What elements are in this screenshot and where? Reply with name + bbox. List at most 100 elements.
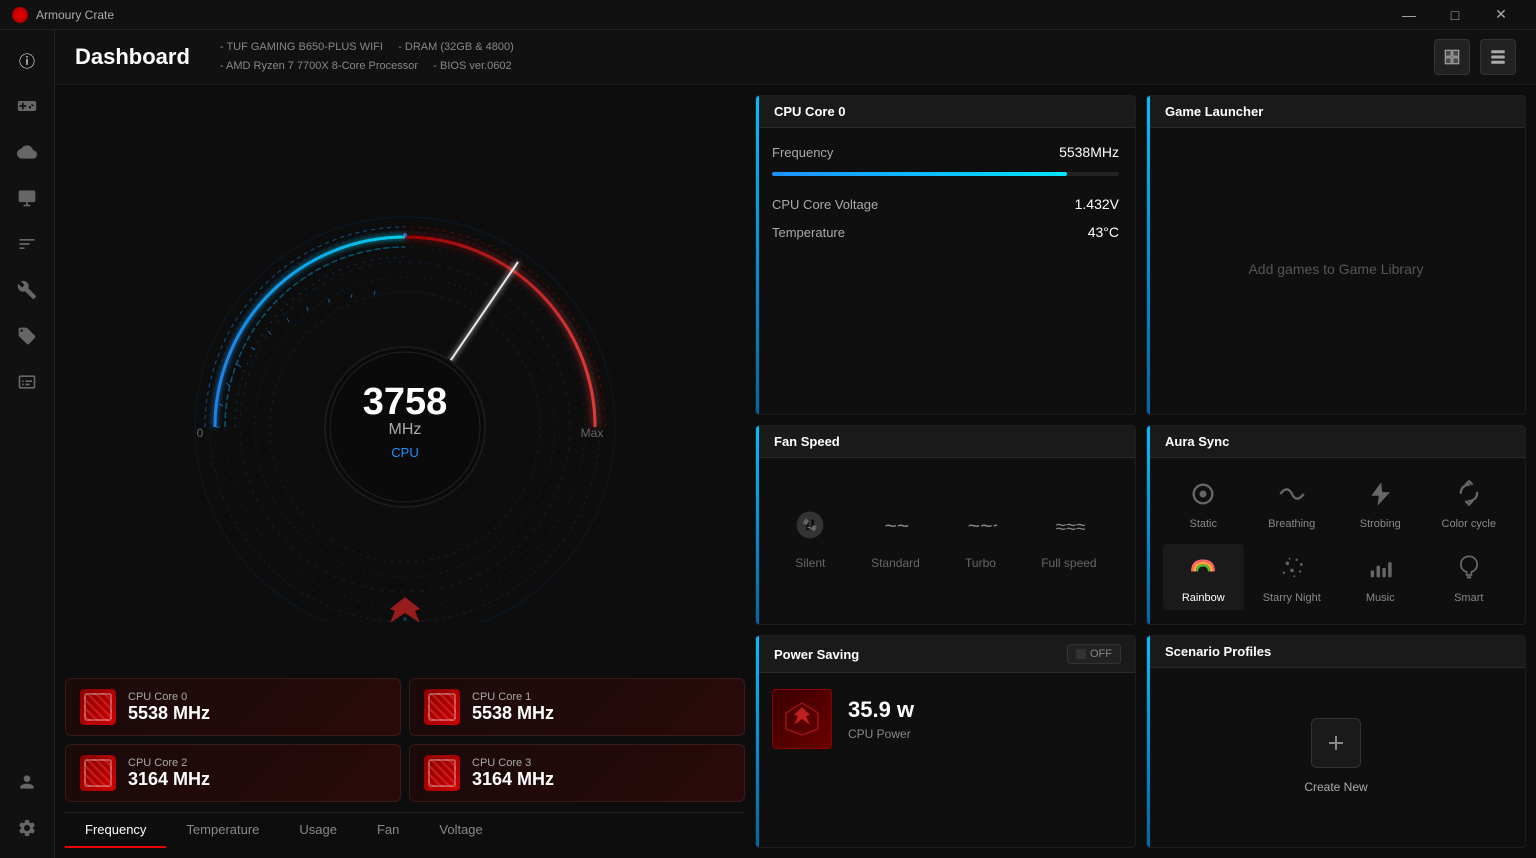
strobing-icon <box>1362 476 1398 512</box>
power-saving-toggle[interactable]: OFF <box>1067 644 1121 664</box>
cpu-core-0-icon <box>80 689 116 725</box>
create-new-label: Create New <box>1304 780 1367 794</box>
bot-panels-row: Power Saving OFF <box>755 635 1526 848</box>
fan-silent-label: Silent <box>795 556 825 570</box>
aura-mode-rainbow[interactable]: Rainbow <box>1163 544 1244 610</box>
aura-mode-static[interactable]: Static <box>1163 470 1244 536</box>
tab-voltage[interactable]: Voltage <box>419 813 502 848</box>
layout-btn-2[interactable] <box>1480 39 1516 75</box>
svg-text:≈≈≈: ≈≈≈ <box>1056 516 1085 537</box>
sidebar-item-gamepad[interactable] <box>7 86 47 126</box>
power-panel-accent-bar <box>756 636 759 847</box>
cpu-core-0-name: CPU Core 0 <box>128 691 210 703</box>
fan-option-turbo[interactable]: ~~~ Turbo <box>965 509 997 570</box>
scenario-profiles-panel: Scenario Profiles Create New <box>1146 635 1526 848</box>
layout-btn-1[interactable] <box>1434 39 1470 75</box>
cpu-core-2-info: CPU Core 2 3164 MHz <box>128 757 210 790</box>
aura-sync-panel: Aura Sync Static <box>1146 425 1526 625</box>
sidebar: ⓘ <box>0 30 55 858</box>
sidebar-item-tools[interactable] <box>7 270 47 310</box>
panel-accent-bar <box>756 96 759 414</box>
maximize-button[interactable]: □ <box>1432 0 1478 30</box>
strobing-label: Strobing <box>1360 518 1401 530</box>
aura-modes-grid: Static Breathing <box>1163 470 1509 610</box>
sidebar-item-controls[interactable] <box>7 224 47 264</box>
right-panels: CPU Core 0 Frequency 5538MHz CPU C <box>755 95 1526 848</box>
music-label: Music <box>1366 592 1395 604</box>
sidebar-item-profile[interactable] <box>7 762 47 802</box>
aura-sync-body: Static Breathing <box>1147 458 1525 625</box>
aura-toggle[interactable]: — <box>1163 620 1509 625</box>
cpu-gauge-svg: 3758 MHz CPU 0 Max <box>130 142 680 622</box>
aura-mode-music[interactable]: Music <box>1340 544 1421 610</box>
sidebar-item-info[interactable]: ⓘ <box>7 40 47 80</box>
static-label: Static <box>1189 518 1217 530</box>
voltage-value: 1.432V <box>1075 196 1119 212</box>
svg-text:~~~: ~~~ <box>967 514 996 538</box>
temperature-label: Temperature <box>772 225 845 240</box>
sidebar-item-cloud[interactable] <box>7 132 47 172</box>
game-launcher-header: Game Launcher <box>1147 96 1525 128</box>
cpu-core-0-freq: 5538 MHz <box>128 703 210 724</box>
cpu-core-0-info: CPU Core 0 5538 MHz <box>128 691 210 724</box>
aura-mode-smart[interactable]: Smart <box>1429 544 1510 610</box>
voltage-row: CPU Core Voltage 1.432V <box>772 196 1119 212</box>
cpu-core0-panel-body: Frequency 5538MHz CPU Core Voltage 1.432… <box>756 128 1135 268</box>
header-right-buttons <box>1434 39 1516 75</box>
colorcycle-icon <box>1451 476 1487 512</box>
sidebar-item-display[interactable] <box>7 362 47 402</box>
smart-label: Smart <box>1454 592 1483 604</box>
sidebar-item-device[interactable] <box>7 178 47 218</box>
power-saving-panel: Power Saving OFF <box>755 635 1136 848</box>
cpu-core-2-card: CPU Core 2 3164 MHz <box>65 744 401 802</box>
tab-temperature[interactable]: Temperature <box>166 813 279 848</box>
rainbow-icon <box>1185 550 1221 586</box>
cpu-core-3-freq: 3164 MHz <box>472 769 554 790</box>
scenario-profiles-header: Scenario Profiles <box>1147 636 1525 668</box>
aura-mode-breathing[interactable]: Breathing <box>1252 470 1333 536</box>
tab-frequency[interactable]: Frequency <box>65 813 166 848</box>
scenario-panel-accent-bar <box>1147 636 1150 847</box>
minimize-button[interactable]: — <box>1386 0 1432 30</box>
cpu-core-2-icon <box>80 755 116 791</box>
create-new-button[interactable] <box>1311 718 1361 768</box>
cpu-core-2-name: CPU Core 2 <box>128 757 210 769</box>
fan-standard-label: Standard <box>871 556 920 570</box>
game-panel-accent-bar <box>1147 96 1150 414</box>
power-saving-title: Power Saving <box>774 647 859 662</box>
cpu-core-3-name: CPU Core 3 <box>472 757 554 769</box>
smart-icon <box>1451 550 1487 586</box>
game-launcher-title: Game Launcher <box>1165 104 1263 119</box>
toggle-track[interactable] <box>1163 624 1191 625</box>
top-panels-row: CPU Core 0 Frequency 5538MHz CPU C <box>755 95 1526 415</box>
aura-mode-strobing[interactable]: Strobing <box>1340 470 1421 536</box>
fan-fullspeed-label: Full speed <box>1041 556 1096 570</box>
sidebar-item-settings[interactable] <box>7 808 47 848</box>
tab-usage[interactable]: Usage <box>279 813 357 848</box>
voltage-label: CPU Core Voltage <box>772 197 878 212</box>
frequency-row: Frequency 5538MHz <box>772 144 1119 160</box>
cpu-core-1-card: CPU Core 1 5538 MHz <box>409 678 745 736</box>
frequency-value: 5538MHz <box>1059 144 1119 160</box>
sidebar-item-tag[interactable] <box>7 316 47 356</box>
cpu-core-3-card: CPU Core 3 3164 MHz <box>409 744 745 802</box>
scenario-profiles-title: Scenario Profiles <box>1165 644 1271 659</box>
cpu-core-0-card: CPU Core 0 5538 MHz <box>65 678 401 736</box>
power-info: 35.9 w CPU Power <box>848 697 914 741</box>
static-icon <box>1185 476 1221 512</box>
cpu-core-2-freq: 3164 MHz <box>128 769 210 790</box>
fan-option-silent[interactable]: ~ Silent <box>794 509 826 570</box>
tab-fan[interactable]: Fan <box>357 813 419 848</box>
fan-turbo-label: Turbo <box>965 556 996 570</box>
titlebar-left: Armoury Crate <box>12 7 114 23</box>
aura-mode-starrynight[interactable]: Starry Night <box>1252 544 1333 610</box>
svg-text:~~: ~~ <box>885 514 910 538</box>
fan-silent-icon: ~ <box>794 509 826 548</box>
aura-mode-colorcycle[interactable]: Color cycle <box>1429 470 1510 536</box>
close-button[interactable]: ✕ <box>1478 0 1524 30</box>
fan-option-standard[interactable]: ~~ Standard <box>871 509 920 570</box>
scenario-profiles-body: Create New <box>1147 668 1525 843</box>
cpu-core0-panel: CPU Core 0 Frequency 5538MHz CPU C <box>755 95 1136 415</box>
fan-option-fullspeed[interactable]: ≈≈≈ Full speed <box>1041 509 1096 570</box>
bottom-tabs: Frequency Temperature Usage Fan Voltage <box>65 812 745 848</box>
